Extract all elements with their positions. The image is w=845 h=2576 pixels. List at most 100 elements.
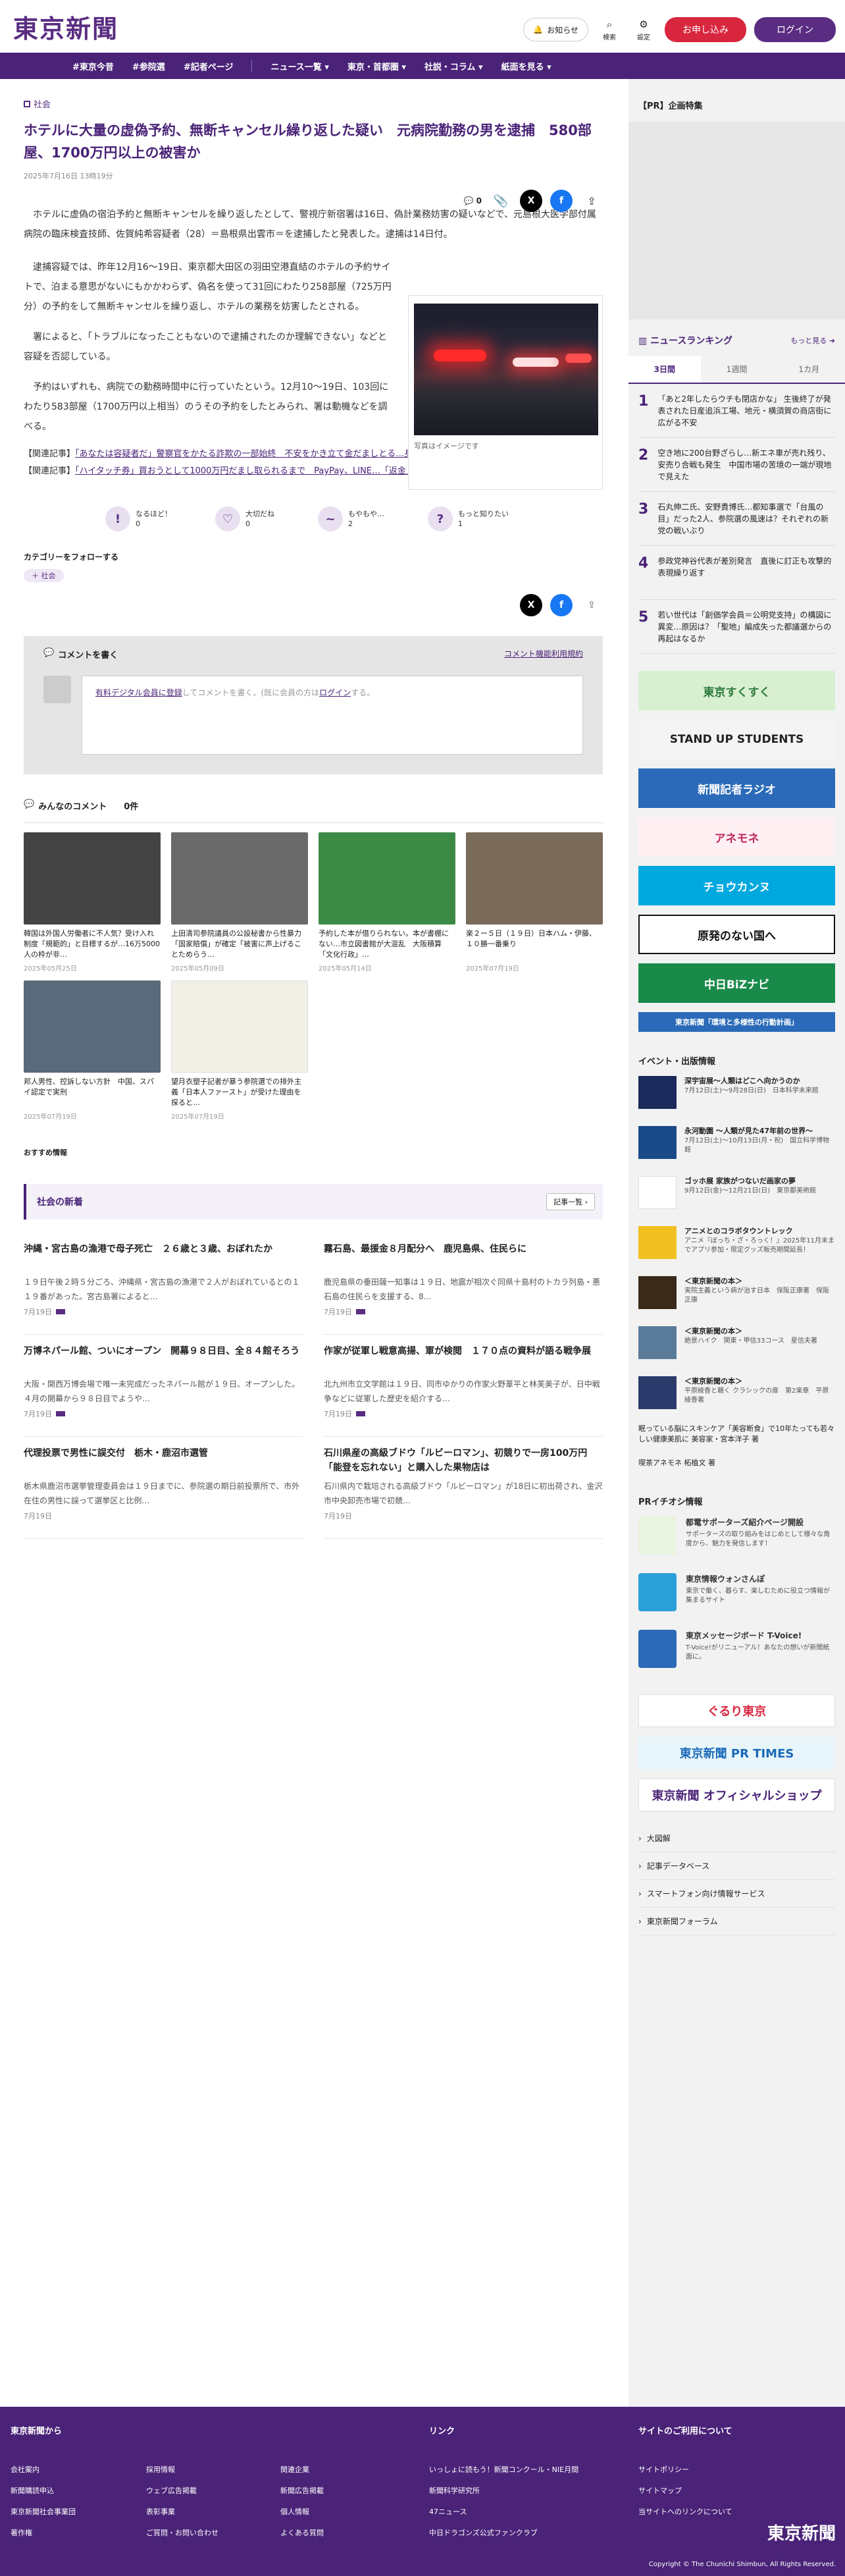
news-item[interactable]: 代理投票で男性に誤交付 栃木・鹿沼市選管 栃木県鹿沼市選挙管理委員会は１９日までに… — [24, 1437, 303, 1539]
ranking-item[interactable]: 1 「あと2年したらウチも閉店かな」 生後終了が発表された日産追浜工場、地元・横須… — [638, 384, 835, 438]
ranking-item[interactable]: 5 若い世代は「創価学会員＝公明党支持」の構図に異変…原因は？「聖地」編成失った都… — [638, 600, 835, 654]
banner-gururi[interactable]: ぐるり東京 — [638, 1694, 835, 1727]
footer-link[interactable]: 会社案内 — [11, 2459, 76, 2481]
login-button[interactable]: ログイン — [754, 17, 836, 42]
article-card[interactable]: 邦人男性、控訴しない方針 中国、スパイ認定で実刑 2025年07月19日 — [24, 980, 161, 1121]
news-item[interactable]: 作家が従軍し戦意高揚、軍が検閲 １７０点の資料が語る戦争展 北九州市立文学館は１９… — [324, 1335, 603, 1437]
event-item[interactable]: ＜東京新聞の本＞ 絶景ハイク 関東・甲信33コース 星信夫著 — [638, 1326, 835, 1367]
article-card[interactable]: 予約した本が借りられない。本が書棚にない…市立図書館が大混乱 大阪積算「文化行政… — [319, 832, 455, 973]
event-item[interactable]: ＜東京新聞の本＞ 平原綾香と聴く クラシックの扉 第2楽章 平原綾香著 — [638, 1376, 835, 1417]
pr-item[interactable]: 東京情報ウォンさんぽ 東京で働く、暮らす、楽しむために役立つ情報が集まるサイト — [638, 1573, 835, 1621]
footer-link[interactable]: ウェブ広告掲載 — [146, 2481, 218, 2502]
comment-input[interactable]: 有料デジタル会員に登録してコメントを書く。(既に会員の方はログインする。 — [82, 676, 583, 755]
footer-link[interactable]: 新聞購読申込 — [11, 2481, 76, 2502]
event-link[interactable]: 喫茶アネモネ 柘植文 著 — [638, 1458, 835, 1468]
notice-button[interactable]: 🔔 お知らせ — [523, 18, 588, 41]
footer-link[interactable]: いっしょに読もう！新聞コンクール・NIE月間 — [429, 2459, 578, 2481]
comment-count[interactable]: 💬 0 — [464, 196, 482, 205]
event-item[interactable]: ゴッホ展 家族がつないだ画家の夢 9月12日(金)〜12月21日(日) 東京都美術… — [638, 1176, 835, 1217]
banner-anemone[interactable]: アネモネ — [638, 817, 835, 857]
nav-item[interactable]: 社説・コラム ▾ — [424, 60, 483, 72]
footer-link[interactable]: 中日ドラゴンズ公式ファンクラブ — [429, 2523, 578, 2544]
footer-link[interactable]: 採用情報 — [146, 2459, 218, 2481]
banner-genpatsu[interactable]: 原発のない国へ — [638, 915, 835, 954]
footer-link[interactable]: 新聞広告掲載 — [280, 2481, 324, 2502]
settings-button[interactable]: ⚙ 設定 — [630, 18, 657, 41]
footer-link[interactable]: 47ニュース — [429, 2502, 578, 2523]
footer-link[interactable]: 個人情報 — [280, 2502, 324, 2523]
banner-prtimes[interactable]: 東京新聞 PR TIMES — [638, 1736, 835, 1769]
footer-link[interactable]: 当サイトへのリンクについて — [638, 2502, 732, 2523]
nav-item[interactable]: #記者ページ — [184, 60, 234, 72]
nav-item[interactable]: ニュース一覧 ▾ — [270, 60, 328, 72]
banner-sukusuku[interactable]: 東京すくすく — [638, 671, 835, 711]
reaction-button[interactable]: ♡ 大切だね 0 — [215, 506, 274, 531]
tab-1week[interactable]: 1週間 — [701, 356, 773, 383]
site-logo[interactable]: 東京新聞 — [13, 9, 118, 45]
ranking-more-link[interactable]: もっと見る ➔ — [790, 335, 835, 346]
news-item[interactable]: 石川県産の高級ブドウ「ルビーロマン」、初競りで一房100万円「能登を忘れない」と… — [324, 1437, 603, 1539]
ranking-item[interactable]: 3 石丸伸二氏、安野貴博氏…都知事選で「台風の目」だった2人、参院選の風速は？それ… — [638, 492, 835, 546]
follow-tag-button[interactable]: ＋ 社会 — [24, 569, 64, 582]
nav-item[interactable]: 東京・首都圏 ▾ — [347, 60, 406, 72]
register-link[interactable]: 有料デジタル会員に登録 — [95, 688, 182, 697]
tab-1month[interactable]: 1カ月 — [773, 356, 845, 383]
ad-slot[interactable] — [628, 122, 845, 319]
article-card[interactable]: 韓国は外国人労働者に不人気？受け入れ制度「規範的」と目標するが…16万5000人… — [24, 832, 161, 973]
footer-link[interactable]: 東京新聞社会事業団 — [11, 2502, 76, 2523]
breadcrumb[interactable]: 社会 — [24, 97, 603, 110]
search-button[interactable]: ⌕ 検索 — [596, 18, 623, 41]
news-more-button[interactable]: 記事一覧 › — [546, 1193, 595, 1210]
x-share-icon[interactable]: X — [520, 190, 542, 212]
facebook-share-icon[interactable]: f — [550, 190, 573, 212]
reaction-button[interactable]: ? もっと知りたい 1 — [428, 506, 509, 531]
nav-item[interactable]: #東京今昔 — [72, 60, 114, 72]
banner-biz[interactable]: 中日BiZナビ — [638, 963, 835, 1003]
footer-link[interactable]: 関連企業 — [280, 2459, 324, 2481]
footer-link[interactable]: よくある質問 — [280, 2523, 324, 2544]
apply-button[interactable]: お申し込み — [665, 17, 746, 42]
police-light-photo[interactable] — [414, 304, 598, 435]
footer-logo[interactable]: 東京新聞 — [767, 2520, 836, 2544]
banner-stand-up[interactable]: STAND UP STUDENTS — [638, 720, 835, 759]
article-card[interactable]: 上田清司参院議員の公設秘書から性暴力「国家賠償」が確定「被害に声上げることためら… — [171, 832, 308, 973]
footer-link[interactable]: 著作権 — [11, 2523, 76, 2544]
banner-action-plan[interactable]: 東京新聞「環境と多様性の行動計画」 — [638, 1012, 835, 1032]
footer-link[interactable]: 新聞科学研究所 — [429, 2481, 578, 2502]
related-link[interactable]: 「ハイタッチ券」買おうとして1000万円だまし取られるまで PayPay、LIN… — [75, 466, 457, 476]
reaction-button[interactable]: ! なるほど！ 0 — [105, 506, 172, 531]
banner-radio[interactable]: 新聞記者ラジオ — [638, 768, 835, 808]
x-share-icon[interactable]: X — [520, 594, 542, 616]
event-item[interactable]: 深宇宙展〜人類はどこへ向かうのか 7月12日(土)〜9月28日(日) 日本科学未来… — [638, 1076, 835, 1117]
share-icon[interactable]: ⇪ — [580, 594, 603, 616]
clip-icon[interactable]: 📎 — [490, 190, 512, 212]
tab-3days[interactable]: 3日間 — [628, 356, 701, 383]
article-card[interactable]: 楽２ー５日（１９日）日本ハム・伊藤、１０勝一番乗り 2025年07月19日 — [466, 832, 603, 973]
nav-item[interactable]: 紙面を見る ▾ — [501, 60, 551, 72]
side-link[interactable]: › 大図解 — [638, 1825, 835, 1852]
login-link[interactable]: ログイン — [319, 688, 351, 697]
facebook-share-icon[interactable]: f — [550, 594, 573, 616]
footer-link[interactable]: サイトマップ — [638, 2481, 732, 2502]
banner-chokanu[interactable]: チョウカンヌ — [638, 866, 835, 905]
reaction-button[interactable]: ~ もやもや… 2 — [318, 506, 384, 531]
footer-link[interactable]: サイトポリシー — [638, 2459, 732, 2481]
side-link[interactable]: › 東京新聞フォーラム — [638, 1908, 835, 1935]
news-item[interactable]: 万博ネパール館、ついにオープン 開幕９８日目、全８４館そろう 大阪・関西万博会場で… — [24, 1335, 303, 1437]
side-link[interactable]: › 記事データベース — [638, 1852, 835, 1880]
pr-item[interactable]: 東京メッセージボード T-Voice! T-Voice!がリニューアル！あなたの想… — [638, 1630, 835, 1677]
pr-item[interactable]: 都電サポーターズ紹介ページ開設 サポーターズの取り組みをはじめとして様々な角度から… — [638, 1516, 835, 1564]
footer-link[interactable]: ご質問・お問い合わせ — [146, 2523, 218, 2544]
ranking-item[interactable]: 4 参政党神谷代表が差別発言 直後に訂正も攻撃的表現繰り返す — [638, 546, 835, 600]
event-item[interactable]: アニメとのコラボタウントレック アニメ『ぼっち・ざ・ろっく！』2025年11月末ま… — [638, 1226, 835, 1267]
share-icon[interactable]: ⇪ — [580, 190, 603, 212]
event-item[interactable]: 永河動園 〜人類が見た47年前の世界〜 7月12日(土)〜10月13日(月・祝) … — [638, 1126, 835, 1167]
event-link[interactable]: 眠っている脳にスキンケア「美容断食」で10年たっても若々しい健康美肌に 美容家・… — [638, 1424, 835, 1445]
banner-shop[interactable]: 東京新聞 オフィシャルショップ — [638, 1779, 835, 1811]
event-item[interactable]: ＜東京新聞の本＞ 実院主義という病が治す日本 保阪正康著 保阪正康 — [638, 1276, 835, 1317]
footer-link[interactable]: 表彰事業 — [146, 2502, 218, 2523]
ranking-item[interactable]: 2 空き地に200台野ざらし…新エネ車が売れ残り、安売り合戦も発生 中国市場の苦境… — [638, 438, 835, 492]
nav-item[interactable]: #参院選 — [132, 60, 165, 72]
side-link[interactable]: › スマートフォン向け情報サービス — [638, 1880, 835, 1908]
comment-rules-link[interactable]: コメント機能利用規約 — [504, 648, 583, 659]
